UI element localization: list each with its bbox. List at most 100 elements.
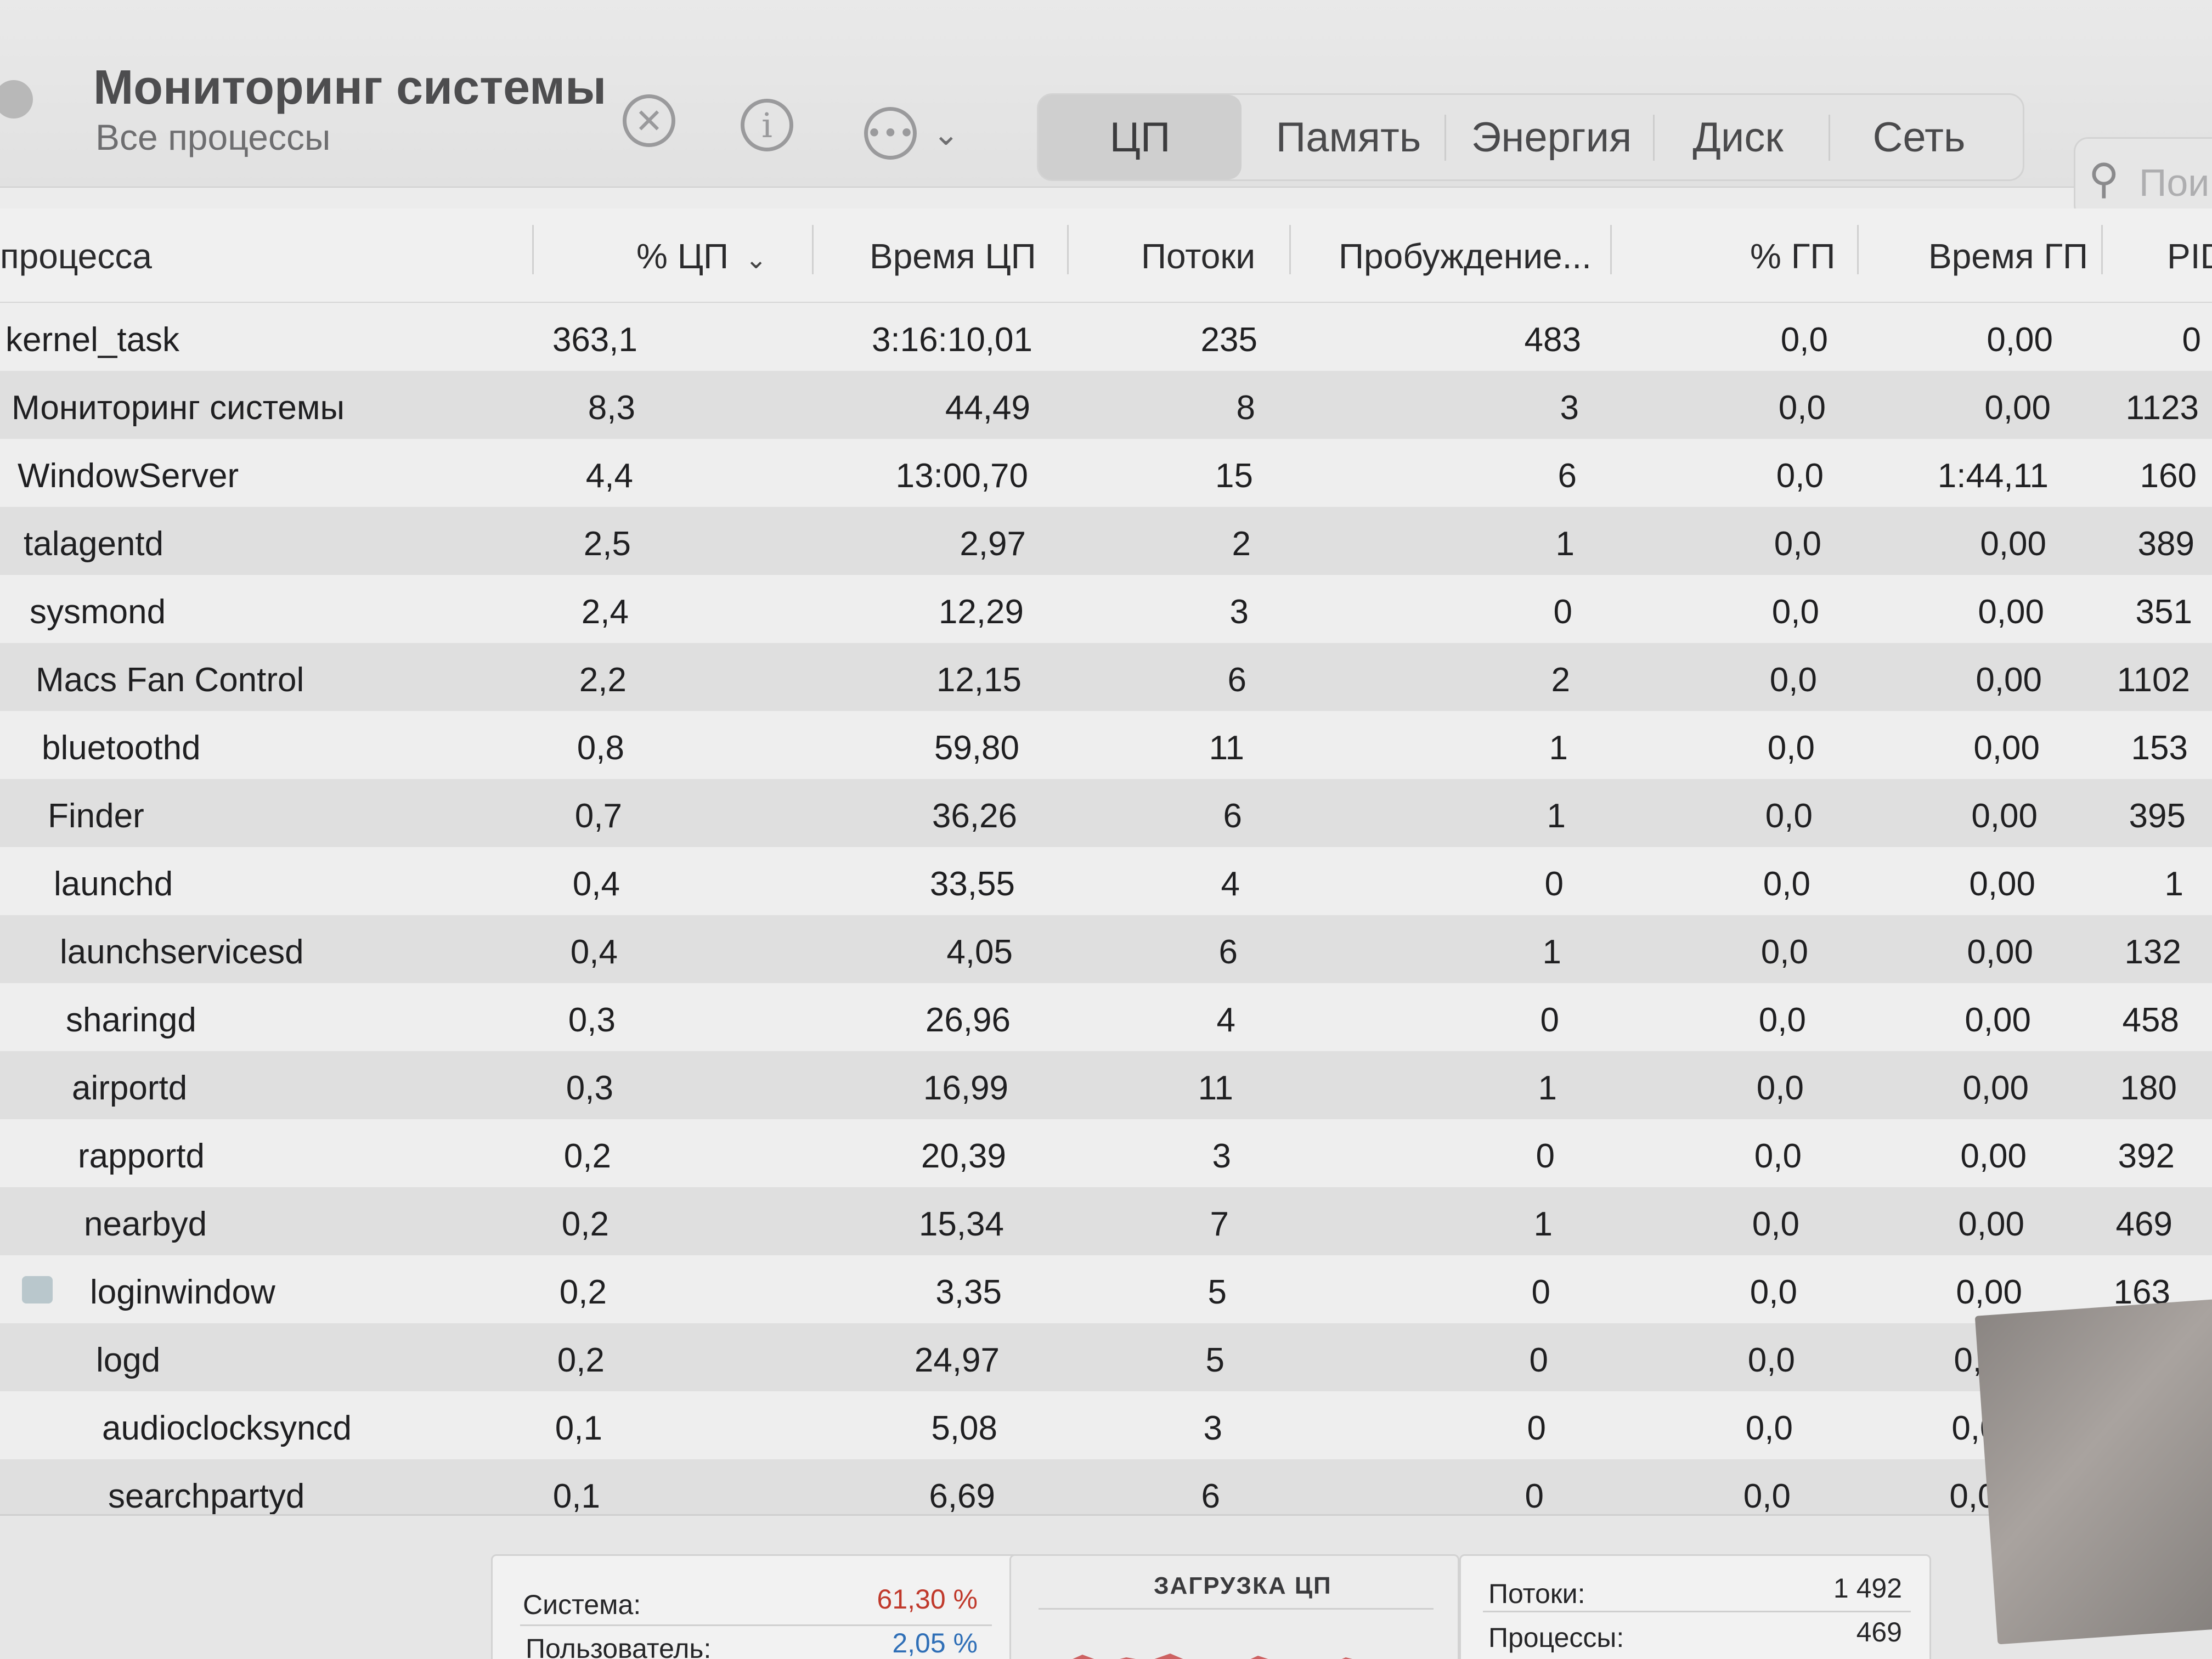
cpu-load-panel: Система: 61,30 % Пользователь: 2,05 % bbox=[491, 1554, 1018, 1659]
process-name: launchservicesd bbox=[60, 933, 304, 971]
cell-gpu-time: 0,00 bbox=[1967, 933, 2033, 971]
cell-threads: 7 bbox=[1210, 1205, 1229, 1243]
cell-cpu: 0,2 bbox=[559, 1273, 607, 1311]
footer-stats: Система: 61,30 % Пользователь: 2,05 % ЗА… bbox=[0, 1514, 2212, 1659]
cell-gpu: 0,0 bbox=[1771, 593, 1819, 631]
table-row[interactable]: bluetoothd 0,8 59,80 11 1 0,0 0,00 153 bbox=[0, 711, 2212, 779]
threads-label: Потоки: bbox=[1488, 1578, 1585, 1609]
table-row[interactable]: logd0,224,97500,00,0089 bbox=[0, 1323, 2212, 1391]
window-control-button[interactable] bbox=[0, 80, 33, 119]
divider bbox=[1039, 1608, 1434, 1610]
cell-cpu: 2,2 bbox=[579, 661, 627, 699]
column-header-name[interactable]: процесса bbox=[0, 236, 152, 276]
cell-pid: 132 bbox=[2124, 933, 2181, 971]
column-separator[interactable] bbox=[1067, 225, 1069, 274]
cell-gpu-time: 0,00 bbox=[1980, 525, 2046, 563]
column-header-wakeups[interactable]: Пробуждение... bbox=[1339, 236, 1592, 276]
cell-cpu: 0,3 bbox=[566, 1069, 613, 1107]
table-row[interactable]: sharingd 0,3 26,96 4 0 0,0 0,00 458 bbox=[0, 983, 2212, 1051]
table-row[interactable]: talagentd 2,5 2,97 2 1 0,0 0,00 389 bbox=[0, 507, 2212, 575]
cell-cpu-time: 24,97 bbox=[914, 1341, 1000, 1379]
column-header-threads[interactable]: Потоки bbox=[1141, 236, 1255, 276]
cell-gpu-time: 0,00 bbox=[1971, 797, 2038, 835]
info-circle-icon[interactable]: i bbox=[741, 99, 793, 151]
table-row[interactable]: sysmond 2,4 12,29 3 0 0,0 0,00 351 bbox=[0, 575, 2212, 643]
column-separator[interactable] bbox=[1857, 225, 1859, 274]
table-row[interactable]: loginwindow 0,2 3,35 5 0 0,0 0,00 163 bbox=[0, 1255, 2212, 1323]
process-name: WindowServer bbox=[18, 457, 239, 495]
cell-pid: 458 bbox=[2122, 1001, 2179, 1039]
cell-wakeups: 0 bbox=[1544, 865, 1564, 903]
cell-gpu-time: 0,00 bbox=[1960, 1137, 2027, 1175]
cell-gpu-time: 0,00 bbox=[1962, 1069, 2029, 1107]
cell-threads: 235 bbox=[1200, 321, 1257, 359]
table-row[interactable]: Мониторинг системы 8,3 44,49 8 3 0,0 0,00 1123 bbox=[0, 371, 2212, 439]
column-separator[interactable] bbox=[2101, 225, 2103, 274]
cell-cpu: 8,3 bbox=[588, 389, 635, 427]
tab-cpu[interactable]: ЦП bbox=[1039, 95, 1242, 179]
cell-wakeups: 1 bbox=[1538, 1069, 1557, 1107]
table-row[interactable]: airportd 0,3 16,99 11 1 0,0 0,00 180 bbox=[0, 1051, 2212, 1119]
process-name: nearbyd bbox=[84, 1205, 207, 1243]
cell-threads: 4 bbox=[1221, 865, 1240, 903]
cell-cpu-time: 36,26 bbox=[932, 797, 1017, 835]
column-separator[interactable] bbox=[812, 225, 814, 274]
cell-cpu-time: 12,29 bbox=[938, 593, 1024, 631]
app-subtitle: Все процессы bbox=[95, 117, 331, 157]
cell-gpu-time: 0,00 bbox=[1987, 321, 2053, 359]
cell-gpu: 0,0 bbox=[1752, 1205, 1799, 1243]
table-row[interactable]: launchservicesd 0,4 4,05 6 1 0,0 0,00 132 bbox=[0, 915, 2212, 983]
column-separator[interactable] bbox=[532, 225, 534, 274]
search-field[interactable]: ⚲ Пои bbox=[2074, 137, 2212, 219]
cell-cpu-time: 15,34 bbox=[918, 1205, 1004, 1243]
sort-chevron-icon: ⌄ bbox=[745, 244, 768, 275]
cell-gpu: 0,0 bbox=[1767, 729, 1815, 767]
column-header-cpu-time[interactable]: Время ЦП bbox=[870, 236, 1036, 276]
process-name: launchd bbox=[54, 865, 173, 903]
table-row[interactable]: WindowServer 4,4 13:00,70 15 6 0,0 1:44,11 160 bbox=[0, 439, 2212, 507]
table-row[interactable]: nearbyd 0,2 15,34 7 1 0,0 0,00 469 bbox=[0, 1187, 2212, 1255]
column-header-cpu[interactable]: % ЦП ⌄ bbox=[636, 236, 767, 276]
table-row[interactable]: Macs Fan Control 2,2 12,15 6 2 0,0 0,00 1102 bbox=[0, 643, 2212, 711]
table-row[interactable]: audioclocksyncd0,15,08300,00,00 bbox=[0, 1391, 2212, 1459]
tab-disk[interactable]: Диск bbox=[1656, 95, 1820, 179]
cell-wakeups: 1 bbox=[1533, 1205, 1553, 1243]
cell-wakeups: 2 bbox=[1551, 661, 1570, 699]
column-header-gpu-time[interactable]: Время ГП bbox=[1928, 236, 2088, 276]
cell-wakeups: 0 bbox=[1553, 593, 1572, 631]
table-row[interactable]: launchd 0,4 33,55 4 0 0,0 0,00 1 bbox=[0, 847, 2212, 915]
table-row[interactable]: Finder 0,7 36,26 6 1 0,0 0,00 395 bbox=[0, 779, 2212, 847]
cell-cpu-time: 4,05 bbox=[946, 933, 1013, 971]
cell-cpu: 0,8 bbox=[577, 729, 624, 767]
cell-cpu: 0,7 bbox=[574, 797, 622, 835]
divider bbox=[1483, 1611, 1911, 1612]
column-header-gpu[interactable]: % ГП bbox=[1750, 236, 1835, 276]
cell-wakeups: 1 bbox=[1542, 933, 1561, 971]
table-row[interactable]: kernel_task 363,1 3:16:10,01 235 483 0,0 0,00 0 bbox=[0, 303, 2212, 371]
xmark-circle-icon[interactable]: ✕ bbox=[623, 94, 675, 147]
tab-divider bbox=[1444, 115, 1446, 161]
view-tabs: ЦП Память Энергия Диск Сеть bbox=[1037, 93, 2024, 181]
tab-memory[interactable]: Память bbox=[1252, 95, 1444, 179]
column-separator[interactable] bbox=[1610, 225, 1612, 274]
cell-gpu: 0,0 bbox=[1756, 1069, 1804, 1107]
cell-cpu: 363,1 bbox=[552, 321, 637, 359]
cpu-graph-panel: ЗАГРУЗКА ЦП bbox=[1009, 1554, 1459, 1659]
cell-wakeups: 6 bbox=[1558, 457, 1577, 495]
tab-energy[interactable]: Энергия bbox=[1447, 95, 1656, 179]
cell-wakeups: 0 bbox=[1529, 1341, 1548, 1379]
process-name: airportd bbox=[72, 1069, 188, 1107]
process-name: audioclocksyncd bbox=[102, 1409, 352, 1447]
cell-threads: 2 bbox=[1232, 525, 1251, 563]
tab-network[interactable]: Сеть bbox=[1831, 95, 2007, 179]
table-row[interactable]: rapportd 0,2 20,39 3 0 0,0 0,00 392 bbox=[0, 1119, 2212, 1187]
cell-cpu-time: 2,97 bbox=[960, 525, 1026, 563]
cell-wakeups: 1 bbox=[1555, 525, 1575, 563]
cell-cpu-time: 59,80 bbox=[934, 729, 1019, 767]
cell-threads: 6 bbox=[1201, 1477, 1220, 1515]
column-separator[interactable] bbox=[1289, 225, 1291, 274]
ellipsis-circle-icon[interactable]: ••• bbox=[864, 107, 917, 160]
chevron-down-icon[interactable]: ⌄ bbox=[933, 115, 960, 153]
column-header-pid[interactable]: PID bbox=[2167, 236, 2212, 276]
process-name: sharingd bbox=[66, 1001, 196, 1039]
